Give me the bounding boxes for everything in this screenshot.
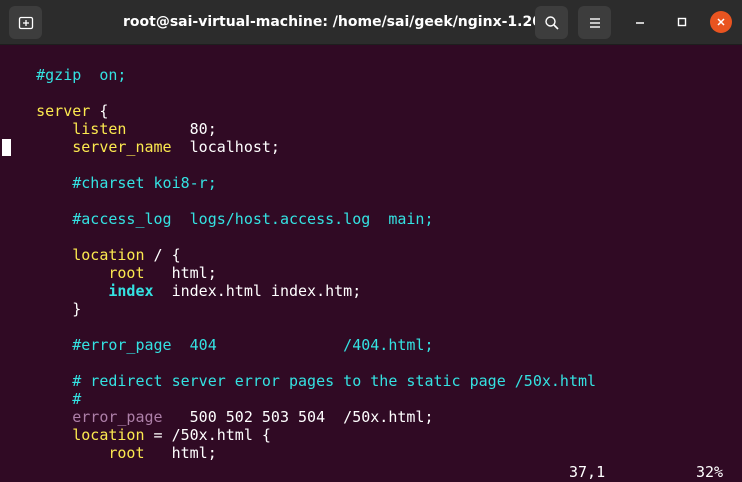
code-token: } xyxy=(0,300,82,318)
code-line: index index.html index.htm; xyxy=(0,282,361,300)
code-line: # redirect server error pages to the sta… xyxy=(0,372,596,390)
maximize-icon xyxy=(677,17,687,27)
code-line: #access_log logs/host.access.log main; xyxy=(0,210,433,228)
code-token: root xyxy=(108,444,145,462)
code-line: # xyxy=(0,390,81,408)
code-token: error_page xyxy=(72,408,163,426)
code-token: = /50x.html { xyxy=(144,426,271,444)
code-line: } xyxy=(0,300,81,318)
terminal-text-area[interactable]: 37,1 32% #gzip on; server { listen 80; s… xyxy=(0,45,742,482)
code-line: location / { xyxy=(0,246,181,264)
code-line: #error_page 404 /404.html; xyxy=(0,336,433,354)
cursor-position: 37,1 xyxy=(569,463,606,481)
code-token: html; xyxy=(144,444,217,462)
terminal-window: root@sai-virtual-machine: /home/sai/geek… xyxy=(0,0,742,482)
code-token: location xyxy=(72,246,145,264)
code-token: #gzip on; xyxy=(36,66,127,84)
scroll-percent: 32% xyxy=(696,463,724,481)
code-token: listen xyxy=(72,120,127,138)
code-line: #gzip on; xyxy=(0,66,126,84)
window-title: root@sai-virtual-machine: /home/sai/geek… xyxy=(122,14,558,30)
code-token: # xyxy=(72,390,82,408)
code-token: index xyxy=(108,282,154,300)
code-token: location xyxy=(72,426,145,444)
code-token: 500 502 503 504 /50x.html; xyxy=(162,408,434,426)
code-token: { xyxy=(90,102,109,120)
code-token: server_name xyxy=(72,138,172,156)
code-token: #charset koi8-r; xyxy=(72,174,217,192)
new-tab-button[interactable] xyxy=(9,6,42,39)
minimize-icon xyxy=(636,22,644,24)
code-line: root html; xyxy=(0,264,217,282)
close-icon xyxy=(717,18,725,26)
code-token: html; xyxy=(144,264,217,282)
code-token: index.html index.htm; xyxy=(153,282,362,300)
search-button[interactable] xyxy=(535,6,568,39)
new-tab-icon xyxy=(18,16,33,29)
code-line: server { xyxy=(0,102,108,120)
menu-button[interactable] xyxy=(578,6,611,39)
code-token: / { xyxy=(144,246,181,264)
code-token: #access_log logs/host.access.log main; xyxy=(72,210,434,228)
code-line: #charset koi8-r; xyxy=(0,174,217,192)
title-bar: root@sai-virtual-machine: /home/sai/geek… xyxy=(0,0,742,45)
code-token: server xyxy=(36,102,91,120)
code-line: error_page 500 502 503 504 /50x.html; xyxy=(0,408,434,426)
code-line: listen 80; xyxy=(0,120,217,138)
close-button[interactable] xyxy=(710,11,732,33)
code-token: localhost; xyxy=(171,138,280,156)
maximize-button[interactable] xyxy=(671,11,693,33)
code-line: location = /50x.html { xyxy=(0,426,271,444)
search-icon xyxy=(544,15,559,30)
code-token: # redirect server error pages to the sta… xyxy=(72,372,597,390)
code-token: 80; xyxy=(126,120,217,138)
minimize-button[interactable] xyxy=(629,11,651,33)
code-token: root xyxy=(108,264,145,282)
code-line: server_name localhost; xyxy=(0,138,280,156)
code-token: #error_page 404 /404.html; xyxy=(72,336,434,354)
hamburger-menu-icon xyxy=(589,17,600,28)
code-line: root html; xyxy=(0,444,217,462)
